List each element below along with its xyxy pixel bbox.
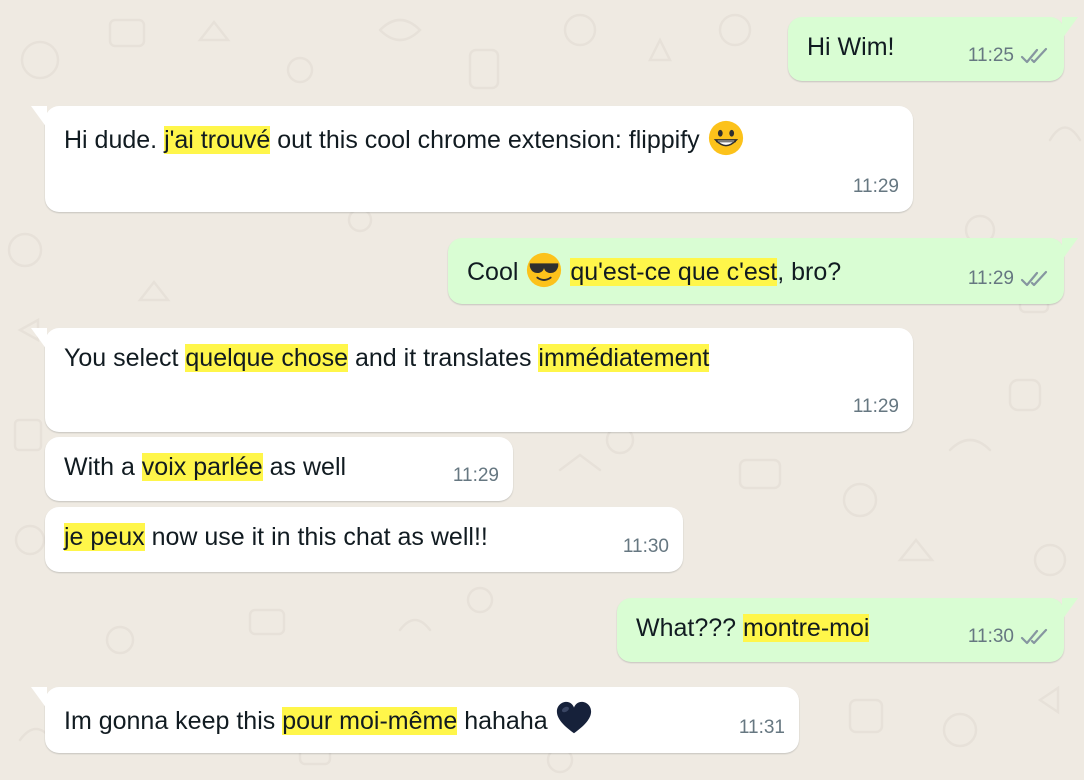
chat-panel[interactable]: Hi Wim! 11:25 Hi dude. j'ai trouvé out t… bbox=[0, 0, 1084, 780]
message-outgoing[interactable]: What??? montre-moi 11:30 bbox=[617, 598, 1078, 662]
message-meta: 11:25 bbox=[968, 39, 1050, 73]
message-timestamp: 11:25 bbox=[967, 45, 1014, 66]
message-segment: , bro? bbox=[777, 258, 842, 286]
message-outgoing[interactable]: Hi Wim! 11:25 bbox=[788, 17, 1078, 81]
message-timestamp: 11:29 bbox=[852, 176, 899, 197]
message-incoming[interactable]: Hi dude. j'ai trouvé out this cool chrom… bbox=[31, 106, 913, 212]
bubble-tail bbox=[1062, 598, 1078, 620]
message-text: Cool qu'est-ce que c'est, bro? bbox=[467, 251, 1048, 289]
message-segment: as well bbox=[262, 453, 347, 481]
bubble-tail bbox=[31, 106, 47, 128]
message-meta: 11:29 bbox=[853, 390, 899, 424]
message-incoming[interactable]: With a voix parlée as well 11:29 bbox=[45, 437, 513, 501]
bubble-tail bbox=[1062, 238, 1078, 260]
double-check-icon bbox=[1020, 270, 1048, 287]
grinning-face-emoji bbox=[708, 120, 743, 156]
message-segment: Hi Wim! bbox=[807, 33, 895, 61]
highlighted-phrase[interactable]: voix parlée bbox=[141, 453, 263, 481]
message-timestamp: 11:30 bbox=[967, 626, 1014, 647]
message-incoming[interactable]: You select quelque chose and it translat… bbox=[31, 328, 913, 432]
message-meta: 11:29 bbox=[968, 262, 1050, 296]
bubble-tail bbox=[31, 687, 47, 709]
message-segment: Im gonna keep this bbox=[64, 707, 283, 735]
message-timestamp: 11:31 bbox=[738, 717, 785, 738]
message-segment: Hi dude. bbox=[64, 126, 165, 154]
message-segment: out this cool chrome extension: flippify bbox=[270, 126, 707, 154]
bubble-tail bbox=[31, 328, 47, 350]
message-meta: 11:30 bbox=[623, 530, 669, 564]
message-timestamp: 11:29 bbox=[967, 268, 1014, 289]
bubble-tail bbox=[1062, 17, 1078, 39]
smiling-face-with-sunglasses-emoji bbox=[527, 252, 562, 288]
message-text: With a voix parlée as well bbox=[64, 450, 497, 484]
message-outgoing[interactable]: Cool qu'est-ce que c'est, bro? 11:29 bbox=[448, 238, 1078, 304]
double-check-icon bbox=[1020, 47, 1048, 64]
double-check-icon bbox=[1020, 628, 1048, 645]
message-text: Im gonna keep this pour moi-même hahaha bbox=[64, 700, 783, 738]
message-segment: What??? bbox=[636, 614, 744, 642]
message-text: Hi dude. j'ai trouvé out this cool chrom… bbox=[64, 119, 897, 157]
message-meta: 11:31 bbox=[739, 711, 785, 745]
highlighted-phrase[interactable]: quelque chose bbox=[185, 344, 349, 372]
highlighted-phrase[interactable]: montre-moi bbox=[743, 614, 870, 642]
message-segment: With a bbox=[64, 453, 142, 481]
message-timestamp: 11:29 bbox=[452, 465, 499, 486]
message-segment: and it translates bbox=[348, 344, 539, 372]
highlighted-phrase[interactable]: je peux bbox=[64, 523, 145, 551]
highlighted-phrase[interactable]: pour moi-même bbox=[282, 707, 458, 735]
highlighted-phrase[interactable]: j'ai trouvé bbox=[164, 126, 271, 154]
message-incoming[interactable]: je peux now use it in this chat as well!… bbox=[45, 507, 683, 572]
message-meta: 11:30 bbox=[968, 620, 1050, 654]
highlighted-phrase[interactable]: immédiatement bbox=[538, 344, 710, 372]
highlighted-phrase[interactable]: qu'est-ce que c'est bbox=[570, 258, 778, 286]
message-timestamp: 11:30 bbox=[622, 536, 669, 557]
message-meta: 11:29 bbox=[453, 459, 499, 493]
message-segment: You select bbox=[64, 344, 186, 372]
message-segment: hahaha bbox=[457, 707, 555, 735]
message-text: je peux now use it in this chat as well!… bbox=[64, 520, 667, 554]
message-timestamp: 11:29 bbox=[852, 396, 899, 417]
message-meta: 11:29 bbox=[853, 170, 899, 204]
message-segment: Cool bbox=[467, 258, 526, 286]
message-segment: now use it in this chat as well!! bbox=[144, 523, 488, 551]
message-text: You select quelque chose and it translat… bbox=[64, 341, 897, 375]
message-incoming[interactable]: Im gonna keep this pour moi-même hahaha … bbox=[31, 687, 799, 753]
black-heart-emoji bbox=[556, 701, 591, 734]
